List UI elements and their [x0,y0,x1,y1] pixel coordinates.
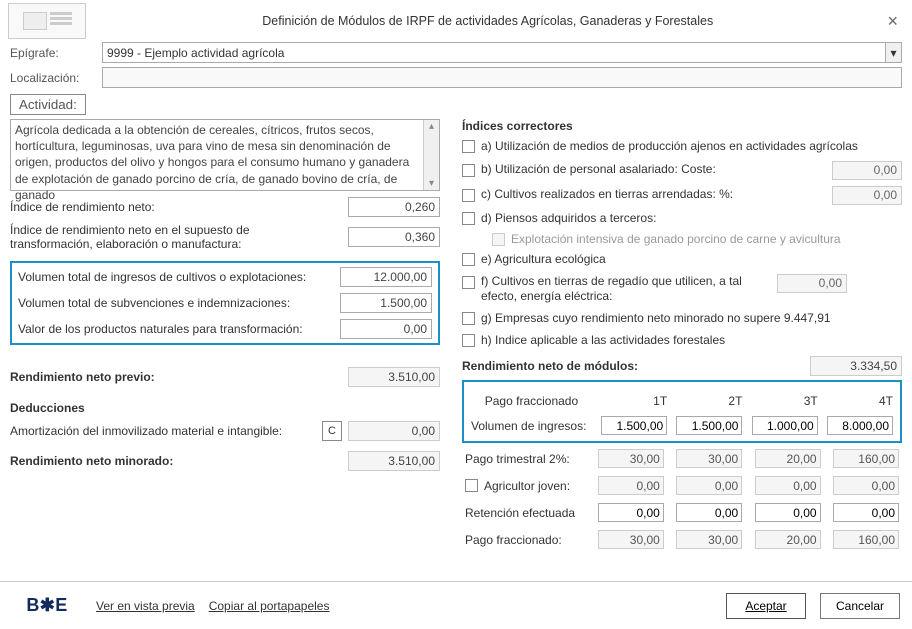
deducciones-head: Deducciones [10,401,440,415]
checkbox-d-sub [492,233,505,246]
th-4t: 4T [821,390,896,412]
pago-trim-3t [755,449,821,468]
checkbox-d-label: d) Piensos adquiridos a terceros: [481,211,902,227]
copy-clipboard-link[interactable]: Copiar al portapapeles [209,599,330,613]
th-2t: 2T [670,390,745,412]
retencion-4t[interactable] [833,503,899,522]
accept-button[interactable]: Aceptar [726,593,806,619]
indice-transf-input[interactable] [348,227,440,247]
localizacion-input[interactable] [102,67,902,88]
preview-link[interactable]: Ver en vista previa [96,599,195,613]
checkbox-e-label: e) Agricultura ecológica [481,252,902,268]
scroll-down-icon[interactable]: ▾ [429,177,434,191]
c-pct-input [832,186,902,205]
epigrafe-combo[interactable]: 9999 - Ejemplo actividad agrícola ▾ [102,42,902,63]
checkbox-g[interactable] [462,312,475,325]
f-value-input [777,274,847,293]
pago-fracc-3t [755,530,821,549]
th-3t: 3T [745,390,820,412]
pago-fracc-1t [598,530,664,549]
pago-fracc-2t [676,530,742,549]
vol-ingresos-row-label: Volumen de ingresos: [468,412,595,439]
indices-head: Índices correctores [462,119,902,133]
boe-logo: B✱E [12,592,82,620]
checkbox-h[interactable] [462,334,475,347]
vol-ingresos-label: Volumen total de ingresos de cultivos o … [18,270,306,284]
vol-ingresos-4t[interactable] [827,416,893,435]
rend-minorado-value [348,451,440,471]
valor-prod-label: Valor de los productos naturales para tr… [18,322,303,336]
checkbox-e[interactable] [462,253,475,266]
actividad-button[interactable]: Actividad: [10,94,86,115]
checkbox-b-label: b) Utilización de personal asalariado: C… [481,162,826,178]
localizacion-label: Localización: [10,71,96,85]
amort-label: Amortización del inmovilizado material e… [10,424,282,438]
b-coste-input [832,161,902,180]
amort-value [348,421,440,441]
rend-modulos-label: Rendimiento neto de módulos: [462,359,638,373]
th-pago-fraccionado: Pago fraccionado [468,390,595,412]
rend-previo-value [348,367,440,387]
agricultor-2t [676,476,742,495]
indice-transf-label: Índice de rendimiento neto en el supuest… [10,223,310,251]
checkbox-b[interactable] [462,164,475,177]
scroll-up-icon[interactable]: ▴ [429,120,434,134]
vol-ingresos-3t[interactable] [752,416,818,435]
app-icon [8,3,86,39]
retencion-2t[interactable] [676,503,742,522]
valor-prod-input[interactable] [340,319,432,339]
pago-fraccionado-highlight: Pago fraccionado 1T 2T 3T 4T Volumen de … [462,380,902,443]
agricultor-label: Agricultor joven: [484,479,570,493]
rend-minorado-label: Rendimiento neto minorado: [10,454,173,468]
close-icon[interactable]: × [881,12,904,30]
checkbox-h-label: h) Indice aplicable a las actividades fo… [481,333,902,349]
rend-previo-label: Rendimiento neto previo: [10,370,155,384]
cancel-button[interactable]: Cancelar [820,593,900,619]
amort-config-button[interactable]: C [322,421,342,441]
checkbox-c[interactable] [462,189,475,202]
checkbox-a-label: a) Utilización de medios de producción a… [481,139,902,155]
chevron-down-icon[interactable]: ▾ [885,43,901,62]
th-1t: 1T [595,390,670,412]
vol-ingresos-input[interactable] [340,267,432,287]
actividad-text: Agrícola dedicada a la obtención de cere… [15,122,435,203]
checkbox-d[interactable] [462,212,475,225]
ingresos-highlight-box: Volumen total de ingresos de cultivos o … [10,261,440,345]
pago-fracc-label: Pago fraccionado: [462,526,588,553]
actividad-textarea[interactable]: Agrícola dedicada a la obtención de cere… [10,119,440,191]
pago-trim-2t [676,449,742,468]
epigrafe-label: Epígrafe: [10,46,96,60]
scrollbar[interactable]: ▴ ▾ [423,120,439,190]
retencion-1t[interactable] [598,503,664,522]
checkbox-f[interactable] [462,276,475,289]
vol-subv-input[interactable] [340,293,432,313]
pago-trim-1t [598,449,664,468]
checkbox-d-sub-label: Explotación intensiva de ganado porcino … [511,232,841,246]
retencion-label: Retención efectuada [462,499,588,526]
checkbox-g-label: g) Empresas cuyo rendimiento neto minora… [481,311,902,327]
checkbox-agricultor-joven[interactable] [465,479,478,492]
pago-trim-4t [833,449,899,468]
rend-modulos-value [810,356,902,376]
vol-ingresos-1t[interactable] [601,416,667,435]
checkbox-a[interactable] [462,140,475,153]
vol-subv-label: Volumen total de subvenciones e indemniz… [18,296,290,310]
agricultor-4t [833,476,899,495]
dialog-title: Definición de Módulos de IRPF de activid… [94,14,881,28]
vol-ingresos-2t[interactable] [676,416,742,435]
agricultor-3t [755,476,821,495]
epigrafe-value: 9999 - Ejemplo actividad agrícola [107,46,284,60]
checkbox-c-label: c) Cultivos realizados en tierras arrend… [481,187,826,203]
checkbox-f-label: f) Cultivos en tierras de regadío que ut… [481,274,771,305]
pago-trim-label: Pago trimestral 2%: [462,445,588,472]
retencion-3t[interactable] [755,503,821,522]
pago-fracc-4t [833,530,899,549]
agricultor-1t [598,476,664,495]
